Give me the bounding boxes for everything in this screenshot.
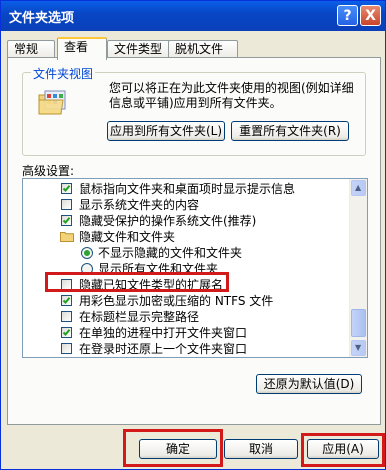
check-icon: [62, 217, 71, 224]
scrollbar-thumb[interactable]: [351, 309, 366, 337]
checkbox[interactable]: [61, 183, 72, 194]
chevron-down-icon: ▼: [355, 343, 362, 352]
folder-views-group: 文件夹视图 您可以将正在为此文件夹使用的视图(例如详细信息或平铺)应用到所有文件…: [22, 65, 366, 156]
cancel-button[interactable]: 取消: [224, 439, 298, 459]
vertical-scrollbar[interactable]: ▲ ▼: [349, 179, 367, 357]
help-button[interactable]: ?: [337, 5, 358, 26]
item-label: 在单独的进程中打开文件夹窗口: [79, 326, 248, 340]
apply-button[interactable]: 应用(A): [307, 439, 379, 459]
folder-options-dialog: 文件夹选项 ? X 常规 查看 文件类型 脱机文件 文件夹视图 您可以将正在为此…: [0, 0, 386, 470]
scroll-down-button[interactable]: ▼: [351, 340, 366, 356]
checkbox[interactable]: [61, 279, 72, 290]
check-icon: [62, 329, 71, 336]
folder-views-description: 您可以将正在为此文件夹使用的视图(例如详细信息或平铺)应用到所有文件夹。: [109, 81, 354, 110]
window-title: 文件夹选项: [9, 11, 75, 26]
item-label: 隐藏受保护的操作系统文件(推荐): [79, 214, 257, 228]
radio-button[interactable]: [81, 263, 93, 275]
close-button[interactable]: X: [360, 5, 381, 26]
item-label: 显示系统文件夹的内容: [79, 198, 200, 212]
item-label: 用彩色显示加密或压缩的 NTFS 文件: [79, 294, 274, 308]
tab-view[interactable]: 查看: [57, 37, 107, 60]
item-label: 不显示隐藏的文件和文件夹: [98, 246, 243, 260]
reset-all-folders-button[interactable]: 重置所有文件夹(R): [231, 121, 349, 141]
view-tab-panel: 文件夹视图 您可以将正在为此文件夹使用的视图(例如详细信息或平铺)应用到所有文件…: [7, 57, 381, 425]
chevron-up-icon: ▲: [355, 183, 362, 192]
restore-defaults-button[interactable]: 还原为默认值(D): [256, 374, 362, 394]
checkbox[interactable]: [61, 343, 72, 354]
checkbox[interactable]: [61, 295, 72, 306]
item-label: 隐藏已知文件类型的扩展名: [79, 278, 224, 292]
checkbox[interactable]: [61, 215, 72, 226]
item-label: 在标题栏显示完整路径: [79, 310, 200, 324]
folder-views-label: 文件夹视图: [31, 65, 96, 82]
advanced-settings-label: 高级设置:: [22, 164, 75, 178]
apply-to-all-folders-button[interactable]: 应用到所有文件夹(L): [107, 121, 225, 141]
checkbox[interactable]: [61, 327, 72, 338]
item-label: 显示所有文件和文件夹: [98, 262, 219, 276]
scroll-up-button[interactable]: ▲: [351, 180, 366, 196]
tab-file-types[interactable]: 文件类型: [107, 40, 176, 58]
advanced-settings-list[interactable]: 鼠标指向文件夹和桌面项时显示提示信息 显示系统文件夹的内容 隐藏受保护的操作系统…: [22, 178, 368, 358]
title-bar[interactable]: 文件夹选项 ? X: [1, 1, 385, 31]
radio-selected-icon: [84, 250, 90, 256]
folder-view-icon: [38, 90, 66, 115]
radio-button[interactable]: [81, 247, 93, 259]
folder-icon: [60, 232, 74, 242]
tab-offline-files[interactable]: 脱机文件: [168, 40, 238, 58]
item-label: 鼠标指向文件夹和桌面项时显示提示信息: [79, 182, 296, 196]
check-icon: [62, 185, 71, 192]
tab-general[interactable]: 常规: [7, 40, 55, 58]
check-icon: [62, 297, 71, 304]
ok-button[interactable]: 确定: [139, 439, 217, 459]
checkbox[interactable]: [61, 199, 72, 210]
item-label: 隐藏文件和文件夹: [79, 230, 176, 244]
item-label: 在登录时还原上一个文件夹窗口: [79, 342, 248, 356]
checkbox[interactable]: [61, 311, 72, 322]
